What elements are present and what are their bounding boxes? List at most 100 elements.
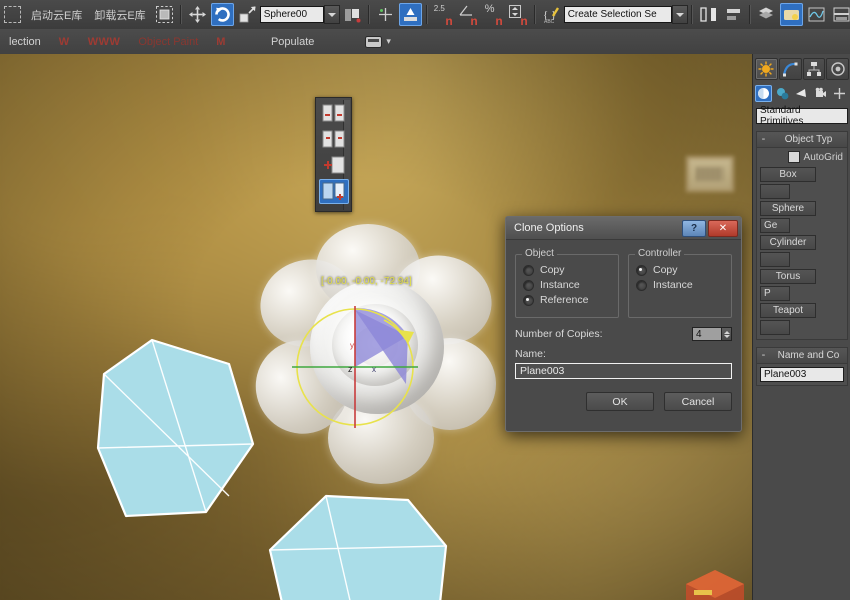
select-rotate-button[interactable] bbox=[211, 3, 234, 26]
torus-button[interactable]: Torus bbox=[760, 269, 816, 284]
align-flyout-toolbar[interactable] bbox=[315, 97, 352, 212]
mirror-button[interactable] bbox=[697, 3, 720, 26]
number-of-copies-stepper[interactable]: 4 bbox=[692, 327, 732, 341]
cylinder-button[interactable]: Cylinder bbox=[760, 235, 816, 250]
rotate-gizmo[interactable]: y x z bbox=[288, 300, 422, 434]
select-object-button[interactable] bbox=[153, 3, 176, 26]
magnet-icon: n bbox=[520, 17, 527, 26]
number-of-copies-input[interactable]: 4 bbox=[692, 327, 722, 341]
create-tab[interactable] bbox=[755, 58, 778, 80]
angle-snap-button[interactable]: n bbox=[457, 3, 480, 26]
plane-button[interactable] bbox=[760, 320, 790, 335]
collapse-icon[interactable]: - bbox=[757, 133, 770, 146]
undo-button[interactable] bbox=[1, 3, 24, 26]
autogrid-checkbox[interactable] bbox=[788, 151, 800, 163]
lights-category[interactable] bbox=[793, 85, 810, 102]
schematic-view-button[interactable] bbox=[805, 3, 828, 26]
hierarchy-tab[interactable] bbox=[803, 58, 826, 80]
object-name-input[interactable]: Plane003 bbox=[760, 367, 844, 382]
clone-name-input[interactable]: Plane003 bbox=[515, 363, 732, 379]
align-to-view-icon[interactable] bbox=[319, 179, 349, 204]
layer-manager-button[interactable] bbox=[755, 3, 778, 26]
geometry-category[interactable] bbox=[755, 85, 772, 102]
edit-named-selection-sets-button[interactable]: { } ABC bbox=[540, 3, 563, 26]
spinner-up-icon[interactable] bbox=[724, 331, 730, 334]
object-instance-radio[interactable] bbox=[523, 280, 534, 291]
use-pivot-point-button[interactable] bbox=[341, 3, 364, 26]
curve-editor-button[interactable] bbox=[780, 3, 803, 26]
helpers-category[interactable] bbox=[831, 85, 848, 102]
snap-toggle-button[interactable] bbox=[374, 3, 397, 26]
cancel-button[interactable]: Cancel bbox=[664, 392, 732, 411]
spinner-snap-button[interactable]: n bbox=[507, 3, 530, 26]
dashed-select-icon bbox=[4, 6, 21, 23]
clone-options-dialog[interactable]: Clone Options ? ✕ Object Copy Instance bbox=[505, 216, 742, 432]
collapse-icon[interactable]: - bbox=[757, 349, 770, 362]
motion-tab[interactable] bbox=[826, 58, 849, 80]
cameras-category[interactable] bbox=[812, 85, 829, 102]
reference-coordinate-combo[interactable]: Sphere00 bbox=[260, 6, 324, 23]
object-reference-radio-row[interactable]: Reference bbox=[523, 294, 613, 306]
name-and-color-rollout-header[interactable]: - Name and Co bbox=[757, 348, 847, 364]
close-button[interactable]: ✕ bbox=[708, 220, 738, 237]
select-scale-icon bbox=[238, 5, 257, 24]
select-move-button[interactable] bbox=[186, 3, 209, 26]
controller-copy-radio[interactable] bbox=[636, 265, 647, 276]
coordinate-readout: [-0.00, -0.00, -72.94] bbox=[321, 276, 412, 287]
plane-object-left[interactable] bbox=[96, 336, 256, 522]
cube-logo-icon bbox=[682, 568, 748, 600]
geosphere-button[interactable]: Ge bbox=[760, 218, 790, 233]
cloud-start-button[interactable]: 启动云E库 bbox=[25, 7, 88, 23]
percent-snap-label: % bbox=[485, 3, 495, 15]
object-type-rollout-header[interactable]: - Object Typ bbox=[757, 132, 847, 148]
ribbon-viewport-config[interactable]: ▾ bbox=[323, 36, 391, 48]
object-reference-radio[interactable] bbox=[523, 295, 534, 306]
quick-align-icon[interactable] bbox=[319, 127, 349, 152]
object-type-buttons: Box Sphere Ge Cylinder Torus P Teapot bbox=[757, 166, 847, 339]
teapot-button[interactable]: Teapot bbox=[760, 303, 816, 318]
subcategory-dropdown[interactable]: Standard Primitives bbox=[756, 108, 848, 124]
object-instance-radio-row[interactable]: Instance bbox=[523, 279, 613, 291]
box-col2-button[interactable] bbox=[760, 184, 790, 199]
spinner-down-icon[interactable] bbox=[724, 335, 730, 338]
modify-tab[interactable] bbox=[779, 58, 802, 80]
ribbon-tab-selection[interactable]: lection bbox=[0, 36, 50, 48]
controller-instance-radio-row[interactable]: Instance bbox=[636, 279, 726, 291]
tube-button[interactable] bbox=[760, 252, 790, 267]
ribbon-tab-object-paint[interactable]: Object Paint bbox=[129, 36, 207, 48]
plane-object-bottom[interactable] bbox=[268, 494, 452, 600]
snap-25-button[interactable]: 2.5 n bbox=[432, 3, 455, 26]
box-button[interactable]: Box bbox=[760, 167, 816, 182]
shapes-category[interactable] bbox=[774, 85, 791, 102]
controller-instance-radio[interactable] bbox=[636, 280, 647, 291]
named-selection-dropdown[interactable] bbox=[672, 5, 688, 24]
controller-copy-label: Copy bbox=[653, 264, 678, 276]
gizmo-x-label: x bbox=[372, 365, 376, 374]
ribbon-tab-populate[interactable]: Populate bbox=[235, 36, 323, 48]
help-button[interactable]: ? bbox=[682, 220, 706, 237]
spinner-arrows[interactable] bbox=[722, 327, 732, 341]
background-picture-frame bbox=[686, 156, 734, 192]
curve-editor-icon bbox=[782, 5, 801, 24]
align-icon bbox=[724, 5, 743, 24]
percent-snap-button[interactable]: % n bbox=[482, 3, 505, 26]
ribbon-toolbar: lection W WWW Object Paint M Populate ▾ bbox=[0, 29, 850, 55]
cloud-unload-button[interactable]: 卸载云E库 bbox=[88, 7, 151, 23]
normal-align-icon[interactable] bbox=[319, 153, 349, 178]
object-copy-radio[interactable] bbox=[523, 265, 534, 276]
viewport[interactable]: y x z [-0.00, -0.00, -72.94] bbox=[0, 54, 752, 600]
material-editor-button[interactable] bbox=[830, 3, 850, 26]
named-selection-set-combo[interactable]: Create Selection Se bbox=[564, 6, 672, 23]
ok-button[interactable]: OK bbox=[586, 392, 654, 411]
sphere-button[interactable]: Sphere bbox=[760, 201, 816, 216]
angle-snap-toggle-button[interactable] bbox=[399, 3, 422, 26]
pyramid-button[interactable]: P bbox=[760, 286, 790, 301]
dialog-titlebar[interactable]: Clone Options ? ✕ bbox=[506, 217, 741, 240]
select-scale-button[interactable] bbox=[236, 3, 259, 26]
align-button[interactable] bbox=[722, 3, 745, 26]
controller-copy-radio-row[interactable]: Copy bbox=[636, 264, 726, 276]
align-icon[interactable] bbox=[319, 101, 349, 126]
object-copy-radio-row[interactable]: Copy bbox=[523, 264, 613, 276]
autogrid-row[interactable]: AutoGrid bbox=[757, 148, 847, 166]
reference-coordinate-dropdown[interactable] bbox=[324, 5, 340, 24]
